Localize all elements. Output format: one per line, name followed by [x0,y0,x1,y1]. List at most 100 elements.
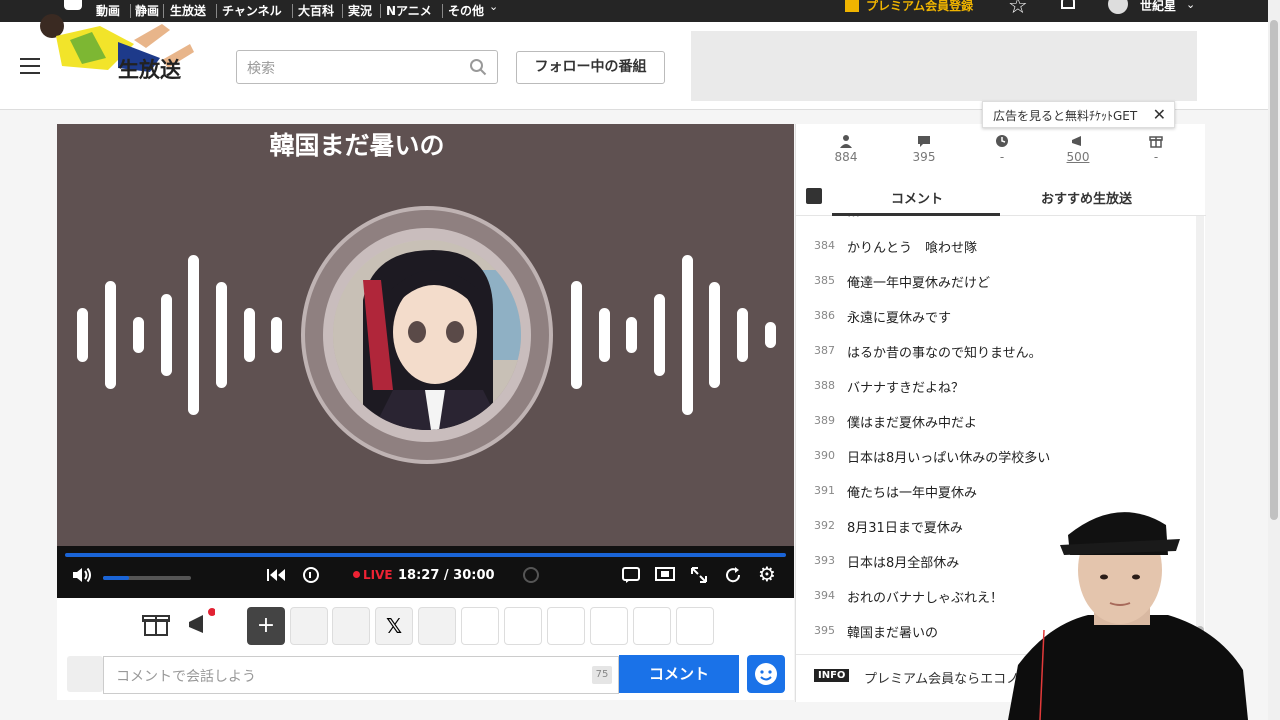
stat-time: - [972,134,1032,164]
stat-ads-value[interactable]: 500 [1067,150,1090,164]
char-count: 75 [592,666,612,684]
comment-number: 387 [814,344,835,357]
person-icon [840,135,852,148]
nav-item-other[interactable]: その他 [448,2,484,19]
comment-text: 俺たちは一年中夏休み [847,486,978,501]
wave-bar [133,317,144,353]
comment-text: 僕はまだ夏休み中だよ [847,416,978,431]
empty-slot[interactable] [676,607,714,645]
close-icon[interactable]: ✕ [1153,105,1166,124]
comment-text: 韓国まだ暑いの [847,626,939,641]
list-item: 389 僕はまだ夏休み中だよ [796,405,1196,440]
empty-slot[interactable] [504,607,542,645]
gift-icon[interactable] [141,608,179,646]
comment-icon [918,136,930,147]
wave-bar [682,255,693,415]
logo-text[interactable]: 生放送 [118,54,181,84]
premium-link[interactable]: プレミアム会員登録 [866,0,973,14]
comment-text: 永遠に夏休みです [847,311,952,326]
stat-gifts: - [1126,134,1186,164]
comment-text: バナナすきだよね？ [847,381,965,396]
nav-item-anime[interactable]: Nアニメ [386,2,432,19]
comment-placeholder: コメントで会話しよう [116,669,256,685]
wave-bar [216,282,227,388]
comment-text: 8月31日まで夏休み [847,521,963,536]
reload-icon[interactable] [724,566,742,588]
progress-bar[interactable] [65,553,786,557]
chevron-down-icon: ⌄ [489,0,499,13]
comment-number: 386 [814,309,835,322]
comment-number: 391 [814,484,835,497]
video-player[interactable]: 韓国まだ暑いの [57,124,794,546]
emoji-icon[interactable] [747,655,785,693]
comment-toggle-icon[interactable] [622,566,640,588]
nav-item-channel[interactable]: チャンネル [222,2,282,19]
webcam-overlay [1008,512,1248,720]
comment-number: 393 [814,554,835,567]
comment-form: コメントで会話しよう 75 コメント [57,650,794,700]
page-scrollbar[interactable] [1268,0,1280,720]
list-item: 384 かりんとう 喰わせ隊 [796,230,1196,265]
volume-slider[interactable] [103,576,191,580]
nav-item-dic[interactable]: 大百科 [298,2,334,19]
niconico-icon[interactable] [64,0,82,10]
tab-comment[interactable]: コメント [891,188,943,207]
comment-number: 388 [814,379,835,392]
bell-icon[interactable] [1058,0,1078,12]
comment-panel-icon[interactable] [806,188,822,204]
empty-slot[interactable] [547,607,585,645]
list-item: 390 日本は8月いっぱい休みの学校多い [796,440,1196,475]
search-icon[interactable] [469,58,487,76]
premium-icon [845,0,859,12]
wave-bar [737,308,748,362]
avatar[interactable] [1108,0,1128,14]
settings-gear-icon[interactable]: ⚙ [758,564,776,584]
extension-sparkle-icon[interactable] [418,607,456,645]
chevron-down-icon: ⌄ [1186,0,1196,11]
search-input[interactable]: 検索 [236,50,498,84]
follow-programs-button[interactable]: フォロー中の番組 [516,51,665,84]
comment-text: はるか昔の事なので知りません。 [847,346,1042,361]
theater-mode-icon[interactable] [655,566,675,586]
nav-item-jikkyo[interactable]: 実況 [348,2,372,19]
x-logo-icon[interactable]: 𝕏 [375,607,413,645]
action-toolbar: + 𝕏 [57,598,794,650]
player-title: 韓国まだ暑いの [269,131,445,160]
empty-slot[interactable] [461,607,499,645]
list-item: 388 バナナすきだよね？ [796,370,1196,405]
volume-icon[interactable] [71,567,93,587]
search-placeholder: 検索 [247,61,275,77]
live-indicator: LIVE [353,568,393,583]
player-controls: LIVE 18:27 / 30:00 ⚙ [57,546,794,598]
star-icon[interactable]: ☆ [1008,0,1028,19]
add-extension-button[interactable]: + [247,607,285,645]
rewind-10-icon[interactable] [301,566,321,588]
tab-recommended[interactable]: おすすめ生放送 [1041,188,1132,207]
comment-settings-icon[interactable] [67,656,103,692]
stat-ads[interactable]: 500 [1048,134,1108,164]
comment-text: 日本は8月全部休み [847,556,960,571]
streamer-avatar-ring [301,206,553,464]
list-item: 387 はるか昔の事なので知りません。 [796,335,1196,370]
forward-icon [521,566,541,588]
wave-bar [105,281,116,389]
live-label: LIVE [363,568,393,582]
user-name[interactable]: 世紀星 [1140,0,1176,14]
wave-bar [244,308,255,362]
list-item: 385 俺達一年中夏休みだけど [796,265,1196,300]
empty-slot[interactable] [633,607,671,645]
comment-submit-button[interactable]: コメント [619,655,739,693]
extension-ghost-icon[interactable] [332,607,370,645]
megaphone-icon [1072,136,1081,146]
comment-number: 390 [814,449,835,462]
fullscreen-icon[interactable] [690,566,708,588]
wave-bar [654,294,665,376]
wave-bar [77,308,88,362]
comment-text: おれのバナナしゃぶれえ！ [847,591,1004,606]
empty-slot[interactable] [590,607,628,645]
ad-megaphone-icon[interactable] [185,608,223,646]
comment-input[interactable]: コメントで会話しよう 75 [103,656,619,694]
skip-back-icon[interactable] [266,568,286,586]
ad-banner[interactable] [691,31,1197,101]
extension-gun-icon[interactable] [290,607,328,645]
